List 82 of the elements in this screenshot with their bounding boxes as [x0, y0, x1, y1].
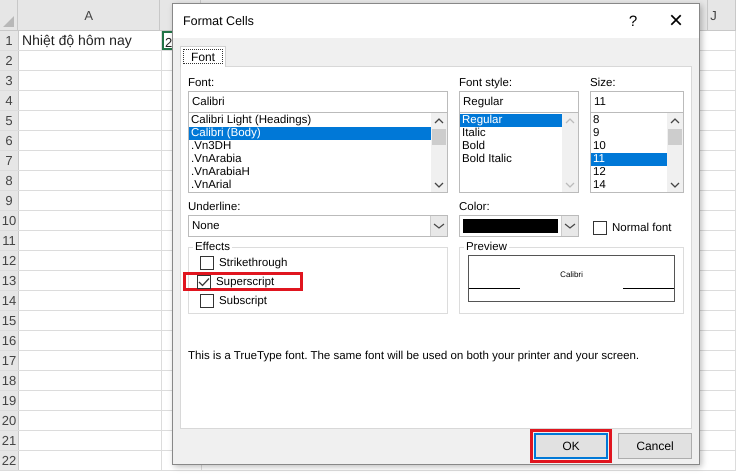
input-field[interactable]: Calibri [188, 91, 448, 113]
underline-dropdown[interactable]: None [188, 215, 448, 237]
scrollbar-thumb[interactable] [668, 129, 682, 145]
list-box[interactable]: 8 9 10 11 12 14 [590, 112, 684, 193]
check-icon [198, 276, 210, 286]
row-header[interactable]: 7 [0, 151, 19, 170]
row-header[interactable]: 12 [0, 251, 19, 270]
list-item[interactable]: .VnArabiaH [189, 166, 431, 179]
help-button[interactable]: ? [613, 4, 653, 38]
close-button[interactable]: × [653, 4, 699, 38]
row-header[interactable]: 19 [0, 391, 19, 410]
field-label: Size: [590, 76, 617, 91]
row-header[interactable]: 2 [0, 51, 19, 70]
scroll-down-icon[interactable] [670, 181, 680, 189]
list-item[interactable]: Bold [460, 140, 562, 153]
scroll-up-icon[interactable] [670, 117, 680, 125]
row-header[interactable]: 21 [0, 431, 19, 450]
list-item[interactable]: Calibri Light (Headings) [189, 114, 431, 127]
scroll-up-icon[interactable] [434, 117, 444, 125]
checkbox-label: Strikethrough [219, 256, 288, 268]
group-title: Effects [194, 241, 231, 253]
list-item[interactable]: 9 [591, 127, 667, 140]
row-header[interactable]: 20 [0, 411, 19, 430]
list-item[interactable]: Regular [460, 114, 562, 127]
list-item[interactable]: Bold Italic [460, 153, 562, 166]
list-box[interactable]: Regular Italic Bold Bold Italic [459, 112, 579, 193]
list-item[interactable]: .VnArabia [189, 153, 431, 166]
row-header[interactable]: 13 [0, 271, 19, 290]
row-header[interactable]: 8 [0, 171, 19, 190]
column-header[interactable]: J [708, 0, 736, 30]
input-field[interactable]: Regular [459, 91, 579, 113]
chevron-down-icon [433, 222, 445, 230]
checkbox-label: Superscript [216, 276, 274, 288]
list-item[interactable]: Calibri (Body) [189, 127, 431, 140]
tab[interactable]: Font [180, 46, 226, 67]
list-box[interactable]: Calibri Light (Headings) Calibri (Body) .Vn3DH .VnArabia .VnArabiaH .VnArial [188, 112, 448, 193]
ok-button[interactable]: OK [534, 433, 608, 459]
row-header[interactable]: 1 [0, 31, 19, 50]
row-header[interactable]: 17 [0, 351, 19, 370]
checkbox-label: Normal font [612, 222, 672, 234]
table-cell: 2 [165, 35, 172, 48]
group-title: Preview [465, 241, 508, 253]
color-dropdown[interactable] [459, 215, 579, 237]
list-item[interactable]: 8 [591, 114, 667, 127]
list-item[interactable]: 11 [591, 153, 667, 166]
row-header[interactable]: 14 [0, 291, 19, 310]
checkbox[interactable] [200, 256, 214, 270]
list-item[interactable]: 10 [591, 140, 667, 153]
checkbox[interactable] [197, 274, 211, 288]
scroll-down-icon[interactable] [434, 181, 444, 189]
row-header[interactable]: 9 [0, 191, 19, 210]
row-header[interactable]: 10 [0, 211, 19, 230]
list-item[interactable]: .Vn3DH [189, 140, 431, 153]
column-header[interactable]: A [18, 0, 160, 30]
list-item[interactable]: 14 [591, 179, 667, 192]
row-header[interactable]: 16 [0, 331, 19, 350]
field-label: Underline: [188, 200, 242, 215]
preview-text: Calibri [560, 270, 583, 279]
triangle-icon [3, 15, 14, 27]
field-label: Font style: [459, 76, 514, 91]
row-header[interactable]: 18 [0, 371, 19, 390]
chevron-down-icon [564, 222, 576, 230]
field-label: Color: [459, 200, 491, 215]
list-item[interactable]: 12 [591, 166, 667, 179]
table-cell: Nhiệt độ hôm nay [22, 32, 132, 48]
row-header[interactable]: 6 [0, 131, 19, 150]
checkbox[interactable] [200, 294, 214, 308]
window-title: Format Cells [183, 14, 255, 28]
row-header[interactable]: 5 [0, 111, 19, 130]
list-item[interactable]: Italic [460, 127, 562, 140]
row-header[interactable]: 15 [0, 311, 19, 330]
scrollbar-thumb[interactable] [432, 129, 446, 145]
cancel-button[interactable]: Cancel [618, 433, 692, 459]
row-header[interactable]: 3 [0, 71, 19, 90]
row-header[interactable]: 22 [0, 451, 19, 470]
field-label: Font: [188, 76, 216, 91]
row-header[interactable]: 4 [0, 91, 19, 110]
checkbox[interactable] [593, 220, 607, 234]
row-header[interactable]: 11 [0, 231, 19, 250]
font-note: This is a TrueType font. The same font will be used on both your printer and your screen. [188, 350, 640, 362]
checkbox-label: Subscript [219, 294, 267, 306]
list-item[interactable]: .VnArial [189, 179, 431, 192]
